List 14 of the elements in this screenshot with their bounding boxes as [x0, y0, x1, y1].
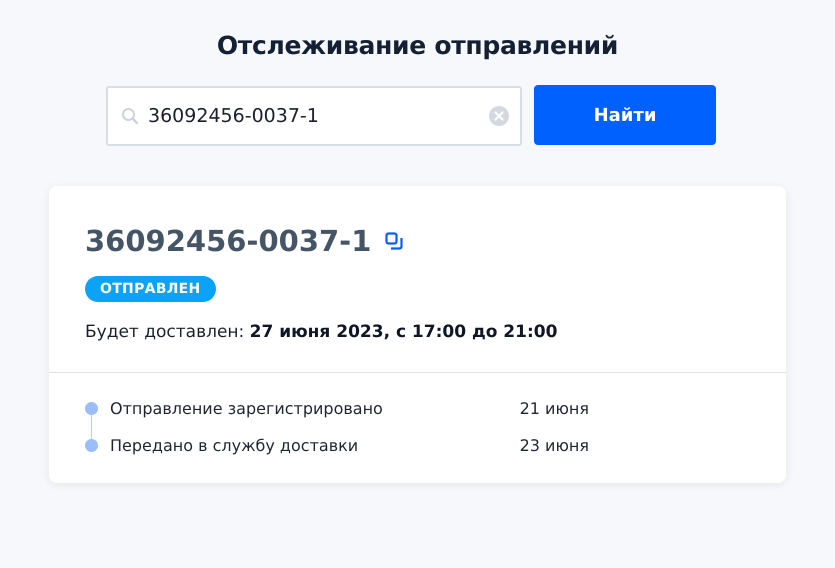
page-title: Отслеживание отправлений [216, 31, 618, 60]
copy-icon[interactable] [385, 232, 404, 250]
status-badge: ОТПРАВЛЕН [85, 276, 216, 302]
event-label: Отправление зарегистрировано [109, 399, 384, 418]
timeline-dot [85, 402, 98, 415]
search-button[interactable]: Найти [534, 85, 716, 145]
search-field[interactable]: 36092456-0037-1 [106, 86, 522, 146]
event-date: 23 июня [518, 436, 589, 455]
tracking-number: 36092456-0037-1 [85, 224, 372, 258]
event-date: 21 июня [518, 399, 589, 418]
delivery-info: Будет доставлен: 27 июня 2023, с 17:00 до 21:00 [85, 322, 558, 342]
timeline-dot [85, 439, 98, 452]
search-icon [121, 107, 139, 125]
event-label: Передано в службу доставки [109, 436, 360, 455]
